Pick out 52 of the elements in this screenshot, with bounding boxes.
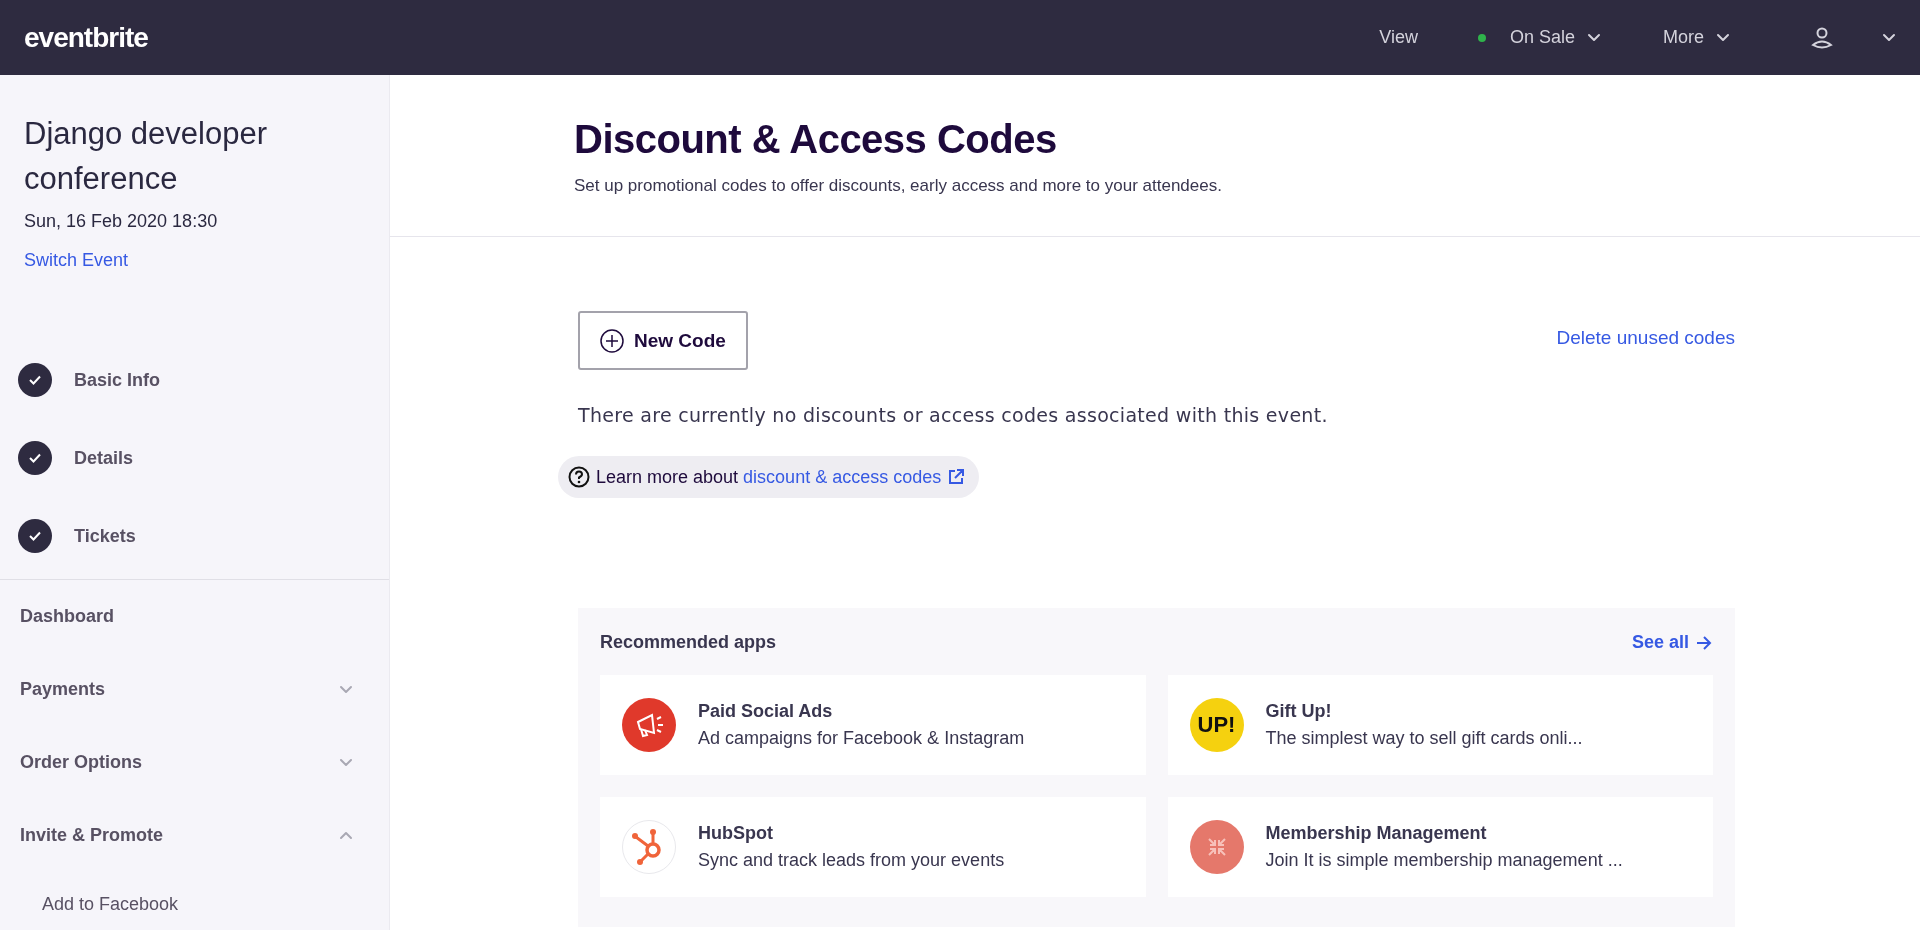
app-description: Sync and track leads from your events	[698, 850, 1005, 871]
nav-item[interactable]: Dashboard	[20, 606, 115, 627]
view-link[interactable]: View	[1379, 27, 1418, 48]
more-menu[interactable]: More	[1663, 27, 1730, 48]
empty-message: There are currently no discounts or access codes associated with this event.	[578, 404, 1329, 426]
app-name: Paid Social Ads	[698, 701, 834, 722]
app-logo: UP!	[1189, 698, 1244, 752]
brand-logo[interactable]: eventbrite	[24, 21, 148, 54]
chevron-icon	[1716, 33, 1730, 42]
event-title: Django developer conference	[24, 115, 268, 198]
status-dropdown[interactable]: On Sale	[1477, 27, 1601, 48]
chevron-icon	[339, 685, 353, 694]
arrow-right-icon	[1695, 634, 1713, 651]
chevron-icon	[1882, 33, 1896, 42]
user-icon	[1810, 25, 1834, 50]
new-code-button[interactable]: New Code	[578, 311, 748, 370]
app-description: Ad campaigns for Facebook & Instagram	[698, 728, 1025, 749]
megaphone-icon	[622, 698, 676, 752]
chevron-icon	[1587, 33, 1601, 42]
see-all-link[interactable]: See all	[1631, 632, 1713, 653]
app-name: HubSpot	[698, 823, 774, 844]
step-link[interactable]: Tickets	[74, 525, 136, 547]
app-description: The simplest way to sell gift cards onli...	[1265, 728, 1583, 749]
nav-subitem[interactable]: Add to Facebook	[20, 894, 179, 915]
app-card[interactable]: HubSpot Sync and track leads from your events	[600, 797, 1146, 897]
help-icon	[568, 466, 590, 488]
app-name: Membership Management	[1265, 823, 1488, 844]
chevron-icon	[339, 758, 353, 767]
page-title: Discount & Access Codes	[574, 117, 1058, 162]
page-subtitle: Set up promotional codes to offer discounts, early access and more to your attendees.	[574, 176, 1223, 196]
step-link[interactable]: Details	[74, 447, 134, 469]
nav-item[interactable]: Order Options	[20, 752, 142, 773]
help-link[interactable]: discount & access codes	[743, 466, 942, 487]
nav-item[interactable]: Invite & Promote	[20, 825, 164, 846]
app-card[interactable]: Paid Social Ads Ad campaigns for Facebook & Instagram	[600, 675, 1146, 775]
app-description: Join It is simple membership management ...	[1265, 850, 1623, 871]
section-title: Recommended apps	[600, 632, 777, 653]
help-text: Learn more about discount & access codes	[596, 466, 942, 488]
account-menu[interactable]	[1810, 25, 1896, 50]
app-card[interactable]: UP! Gift Up! The simplest way to sell gift cards onli...	[1167, 675, 1713, 775]
plus-circle-icon	[600, 328, 624, 353]
app-name: Gift Up!	[1265, 701, 1333, 722]
arrows-icon	[1189, 820, 1244, 874]
step-link[interactable]: Basic Info	[74, 369, 161, 391]
chevron-icon	[339, 831, 353, 840]
event-date: Sun, 16 Feb 2020 18:30	[24, 211, 219, 232]
hub-icon	[622, 820, 676, 874]
app-card[interactable]: Membership Management Join It is simple membership management ...	[1167, 797, 1713, 897]
external-link-icon	[947, 468, 966, 486]
switch-event-link[interactable]: Switch Event	[24, 250, 129, 271]
delete-unused-link[interactable]: Delete unused codes	[1556, 327, 1735, 349]
nav-item[interactable]: Payments	[20, 679, 106, 700]
